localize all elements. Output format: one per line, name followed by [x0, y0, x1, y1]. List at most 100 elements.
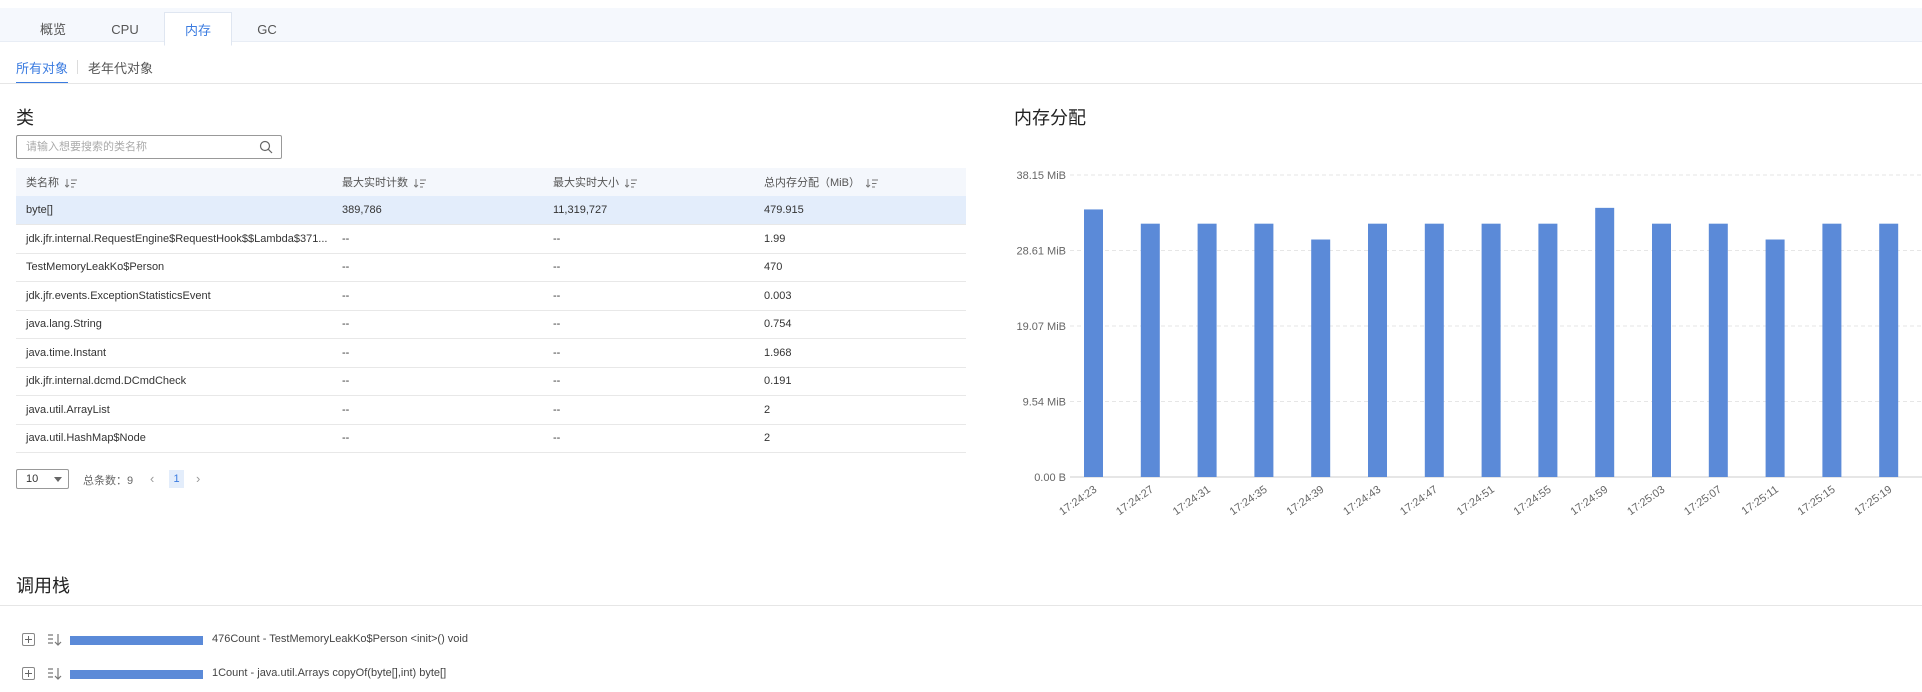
stack-item-bar: [70, 670, 203, 679]
cell-total-allocation: 0.003: [754, 281, 966, 311]
y-tick-label: 19.07 MiB: [1016, 321, 1066, 333]
tab-overview[interactable]: 概览: [18, 12, 88, 46]
sort-icon[interactable]: [65, 178, 77, 188]
cell-class-name: java.util.HashMap$Node: [16, 424, 332, 453]
chart-bar: [1822, 223, 1842, 477]
x-tick-label: 17:24:43: [1341, 484, 1383, 518]
class-search-box[interactable]: [16, 135, 282, 159]
cell-total-allocation: 2: [754, 424, 966, 453]
chart-bar: [1481, 223, 1501, 477]
cell-max-live-count: --: [332, 424, 543, 453]
sort-icon[interactable]: [865, 178, 878, 188]
expand-icon[interactable]: [22, 667, 35, 680]
table-row[interactable]: java.util.ArrayList -- -- 2: [16, 395, 966, 425]
subtab-all-objects[interactable]: 所有对象: [16, 58, 69, 84]
cell-class-name: TestMemoryLeakKo$Person: [16, 253, 332, 282]
sort-icon[interactable]: [47, 667, 63, 681]
subtab-divider: [77, 60, 78, 74]
chart-bar: [1311, 239, 1331, 477]
sort-icon[interactable]: [47, 633, 63, 647]
chart-bar: [1197, 223, 1217, 477]
subtab-old-gen-objects[interactable]: 老年代对象: [88, 58, 153, 77]
class-search-input[interactable]: [17, 136, 247, 158]
class-table-header: 类名称 最大实时计数 最大实时大小 总内存分配（MiB）: [16, 168, 966, 196]
x-tick-label: 17:24:47: [1398, 484, 1440, 518]
cell-max-live-count: --: [332, 281, 543, 311]
cell-class-name: java.lang.String: [16, 310, 332, 339]
cell-max-live-size: --: [543, 253, 754, 282]
tab-memory[interactable]: 内存: [164, 12, 232, 46]
search-icon[interactable]: [259, 140, 273, 154]
table-row[interactable]: byte[] 389,786 11,319,727 479.915: [16, 196, 966, 225]
sort-icon[interactable]: [625, 178, 637, 188]
column-header-class-name[interactable]: 类名称: [16, 168, 332, 196]
cell-total-allocation: 470: [754, 253, 966, 282]
memory-section-title: 内存分配: [1014, 108, 1086, 128]
cell-max-live-size: --: [543, 367, 754, 396]
table-row[interactable]: java.time.Instant -- -- 1.968: [16, 338, 966, 368]
x-tick-label: 17:24:31: [1171, 484, 1213, 518]
table-row[interactable]: jdk.jfr.events.ExceptionStatisticsEvent …: [16, 281, 966, 311]
sort-icon[interactable]: [414, 178, 426, 188]
chart-bar: [1765, 239, 1785, 477]
y-tick-label: 28.61 MiB: [1016, 246, 1066, 258]
class-table: 类名称 最大实时计数 最大实时大小 总内存分配（MiB） byte[] 389,…: [16, 168, 966, 453]
table-row[interactable]: java.util.HashMap$Node -- -- 2: [16, 424, 966, 453]
column-header-max-live-size[interactable]: 最大实时大小: [543, 168, 754, 196]
main-tabbar: 概览 CPU 内存 GC: [0, 8, 1922, 46]
x-tick-label: 17:25:15: [1796, 484, 1838, 518]
column-header-total-allocation[interactable]: 总内存分配（MiB）: [754, 168, 966, 196]
cell-max-live-size: --: [543, 424, 754, 453]
cell-total-allocation: 1.968: [754, 338, 966, 368]
subtabs-divider-line: [0, 83, 1922, 84]
cell-max-live-count: --: [332, 367, 543, 396]
cell-max-live-count: --: [332, 395, 543, 425]
y-tick-label: 0.00 B: [1034, 472, 1066, 484]
cell-total-allocation: 2: [754, 395, 966, 425]
cell-class-name: jdk.jfr.internal.dcmd.DCmdCheck: [16, 367, 332, 396]
x-tick-label: 17:25:19: [1852, 484, 1894, 518]
cell-max-live-size: --: [543, 281, 754, 311]
x-tick-label: 17:25:11: [1740, 484, 1781, 518]
page-size-value: 10: [26, 473, 39, 485]
tab-cpu[interactable]: CPU: [90, 12, 160, 46]
chart-bar: [1595, 207, 1615, 477]
stack-item-bar: [70, 636, 203, 645]
x-tick-label: 17:24:39: [1284, 484, 1326, 518]
cell-class-name: java.time.Instant: [16, 338, 332, 368]
tab-gc[interactable]: GC: [232, 12, 302, 46]
table-row[interactable]: jdk.jfr.internal.RequestEngine$RequestHo…: [16, 224, 966, 254]
stack-divider-line: [0, 605, 1922, 606]
cell-class-name: java.util.ArrayList: [16, 395, 332, 425]
table-row[interactable]: java.lang.String -- -- 0.754: [16, 310, 966, 339]
cell-max-live-size: --: [543, 395, 754, 425]
cell-max-live-size: --: [543, 224, 754, 254]
table-row[interactable]: TestMemoryLeakKo$Person -- -- 470: [16, 253, 966, 282]
page-size-select[interactable]: 10: [16, 469, 69, 489]
x-tick-label: 17:24:55: [1512, 484, 1554, 518]
next-page-button[interactable]: ›: [196, 471, 200, 486]
chart-bar: [1140, 223, 1160, 477]
cell-max-live-count: --: [332, 224, 543, 254]
x-tick-label: 17:24:51: [1455, 484, 1497, 518]
x-tick-label: 17:24:35: [1228, 484, 1270, 518]
cell-total-allocation: 0.191: [754, 367, 966, 396]
stack-section-title: 调用栈: [16, 576, 70, 596]
cell-total-allocation: 1.99: [754, 224, 966, 254]
expand-icon[interactable]: [22, 633, 35, 646]
chart-bar: [1538, 223, 1558, 477]
column-header-label: 类名称: [26, 177, 59, 189]
current-page-button[interactable]: 1: [169, 470, 184, 488]
column-header-label: 最大实时计数: [342, 177, 408, 189]
column-header-label: 最大实时大小: [553, 177, 619, 189]
total-count: 总条数：9: [83, 475, 134, 487]
table-row[interactable]: jdk.jfr.internal.dcmd.DCmdCheck -- -- 0.…: [16, 367, 966, 396]
class-section-title: 类: [16, 108, 34, 128]
stack-item-label: 1Count - java.util.Arrays copyOf(byte[],…: [212, 667, 447, 679]
column-header-max-live-count[interactable]: 最大实时计数: [332, 168, 543, 196]
prev-page-button[interactable]: ‹: [150, 471, 154, 486]
x-tick-label: 17:24:23: [1057, 484, 1099, 518]
cell-class-name: jdk.jfr.internal.RequestEngine$RequestHo…: [16, 224, 332, 254]
chart-bar: [1708, 223, 1728, 477]
chart-bar: [1879, 223, 1899, 477]
